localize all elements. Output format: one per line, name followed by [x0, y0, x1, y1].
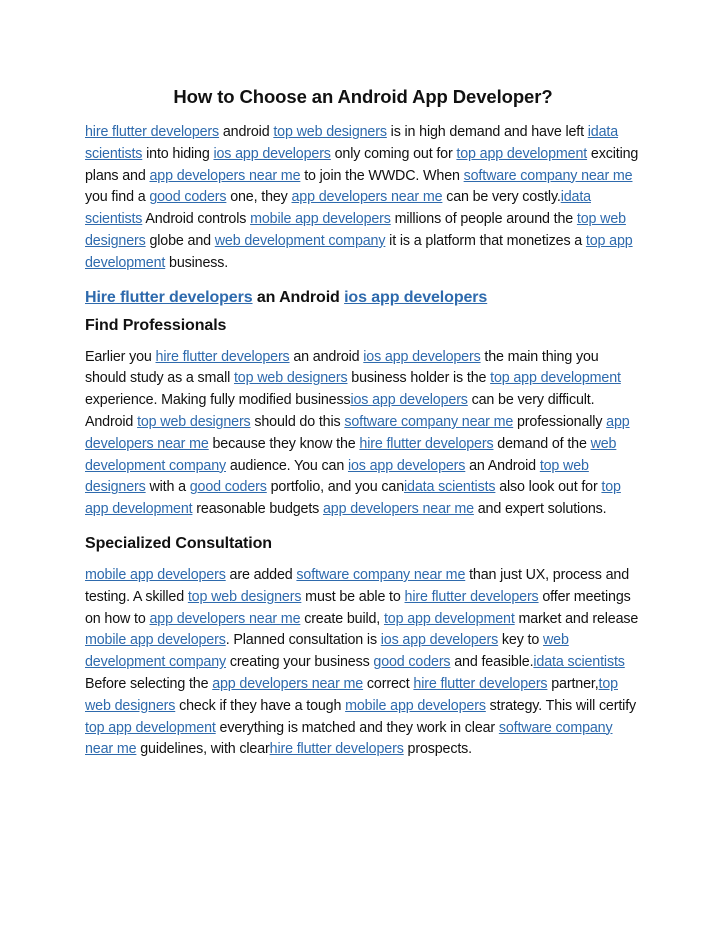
hyperlink[interactable]: idata scientists: [404, 479, 496, 495]
text-run: must be able to: [301, 588, 405, 605]
text-run: with a: [145, 479, 190, 496]
hyperlink[interactable]: good coders: [149, 189, 226, 205]
specialized-consultation-paragraph: mobile app developers are added software…: [85, 565, 641, 761]
hyperlink[interactable]: top web designers: [137, 414, 251, 430]
text-run: one, they: [226, 189, 292, 206]
text-run: Android controls: [142, 211, 251, 228]
hyperlink[interactable]: mobile app developers: [85, 632, 226, 648]
hyperlink[interactable]: software company near me: [344, 414, 513, 430]
text-run: is in high demand and have left: [386, 124, 588, 140]
text-run: create build,: [300, 610, 384, 627]
text-run: prospects.: [403, 741, 473, 758]
hyperlink[interactable]: web development company: [215, 233, 386, 249]
hyperlink[interactable]: mobile app developers: [345, 698, 486, 714]
hyperlink[interactable]: app developers near me: [149, 611, 300, 627]
text-run: and feasible.: [450, 654, 534, 671]
text-run: everything is matched and they work in c…: [215, 719, 499, 736]
text-run: because they know the: [208, 435, 360, 452]
hyperlink[interactable]: app developers near me: [323, 501, 474, 517]
hyperlink[interactable]: hire flutter developers: [359, 436, 493, 452]
hyperlink[interactable]: top app development: [490, 370, 621, 386]
hyperlink[interactable]: ios app developers: [213, 146, 330, 162]
text-run: business.: [165, 254, 229, 271]
text-run: guidelines, with clear: [136, 741, 270, 758]
text-run: and expert solutions.: [473, 501, 607, 518]
hyperlink[interactable]: ios app developers: [344, 289, 487, 306]
find-professionals-paragraph: Earlier you hire flutter developers an a…: [85, 347, 641, 521]
hyperlink[interactable]: top web designers: [234, 370, 348, 386]
text-run: partner,: [547, 675, 599, 692]
text-run: strategy. This will certify: [485, 697, 637, 714]
text-run: it is a platform that monetizes a: [385, 232, 586, 249]
hyperlink[interactable]: app developers near me: [292, 189, 443, 205]
text-run: to join the WWDC. When: [300, 167, 464, 184]
text-run: correct: [363, 675, 414, 692]
hyperlink[interactable]: good coders: [190, 479, 267, 495]
text-run: demand of the: [493, 435, 591, 452]
text-run: . Planned consultation is: [225, 632, 381, 649]
hyperlink[interactable]: top app development: [85, 720, 216, 736]
text-run: also look out for: [495, 479, 602, 496]
text-run: key to: [498, 632, 543, 649]
hyperlink[interactable]: hire flutter developers: [270, 741, 404, 757]
hyperlink[interactable]: ios app developers: [381, 632, 498, 648]
hyperlink[interactable]: mobile app developers: [250, 211, 391, 227]
hyperlink[interactable]: ios app developers: [350, 392, 467, 408]
text-run: business holder is the: [347, 370, 491, 387]
text-run: audience. You can: [226, 457, 348, 474]
hyperlink[interactable]: top web designers: [273, 124, 387, 140]
hyperlink[interactable]: hire flutter developers: [156, 349, 290, 365]
text-run: Before selecting the: [85, 675, 213, 692]
hyperlink[interactable]: idata scientists: [533, 654, 625, 670]
hyperlink[interactable]: hire flutter developers: [413, 676, 547, 692]
hyperlink[interactable]: good coders: [373, 654, 450, 670]
text-run: reasonable budgets: [192, 501, 323, 518]
text-run: creating your business: [226, 654, 374, 671]
text-run: can be very costly.: [442, 189, 561, 206]
text-run: an Android: [465, 457, 540, 474]
hyperlink[interactable]: software company near me: [296, 567, 465, 583]
hyperlink[interactable]: top app development: [384, 611, 515, 627]
text-run: globe and: [145, 232, 215, 249]
document-page: How to Choose an Android App Developer? …: [85, 86, 641, 761]
text-run: millions of people around the: [390, 211, 577, 228]
text-run: an Android: [252, 288, 345, 306]
hyperlink[interactable]: app developers near me: [149, 168, 300, 184]
text-run: are added: [225, 566, 297, 583]
text-run: experience. Making fully modified busine…: [85, 392, 351, 409]
hyperlink[interactable]: hire flutter developers: [405, 589, 539, 605]
text-run: market and release: [514, 610, 639, 627]
section-heading-find-professionals: Find Professionals: [85, 316, 227, 334]
text-run: only coming out for: [330, 145, 457, 162]
hyperlink[interactable]: Hire flutter developers: [85, 289, 253, 306]
hyperlink[interactable]: app developers near me: [212, 676, 363, 692]
text-run: you find a: [85, 189, 150, 206]
text-run: android: [219, 124, 274, 140]
subheading-hire-flutter: Hire flutter developers an Android ios a…: [85, 289, 641, 307]
hyperlink[interactable]: top app development: [456, 146, 587, 162]
text-run: portfolio, and you can: [266, 479, 405, 496]
text-run: check if they have a tough: [175, 697, 346, 714]
intro-paragraph: hire flutter developers android top web …: [85, 122, 641, 275]
hyperlink[interactable]: software company near me: [464, 168, 633, 184]
hyperlink[interactable]: hire flutter developers: [85, 124, 219, 140]
section-heading-specialized-consultation: Specialized Consultation: [85, 534, 272, 552]
hyperlink[interactable]: top web designers: [188, 589, 302, 605]
text-run: an android: [289, 348, 364, 365]
text-run: professionally: [513, 413, 607, 430]
text-run: Earlier you: [85, 348, 156, 365]
hyperlink[interactable]: mobile app developers: [85, 567, 226, 583]
text-run: into hiding: [142, 145, 214, 162]
page-title: How to Choose an Android App Developer?: [173, 86, 553, 107]
hyperlink[interactable]: ios app developers: [348, 458, 465, 474]
text-run: should do this: [250, 413, 345, 430]
hyperlink[interactable]: ios app developers: [363, 349, 480, 365]
